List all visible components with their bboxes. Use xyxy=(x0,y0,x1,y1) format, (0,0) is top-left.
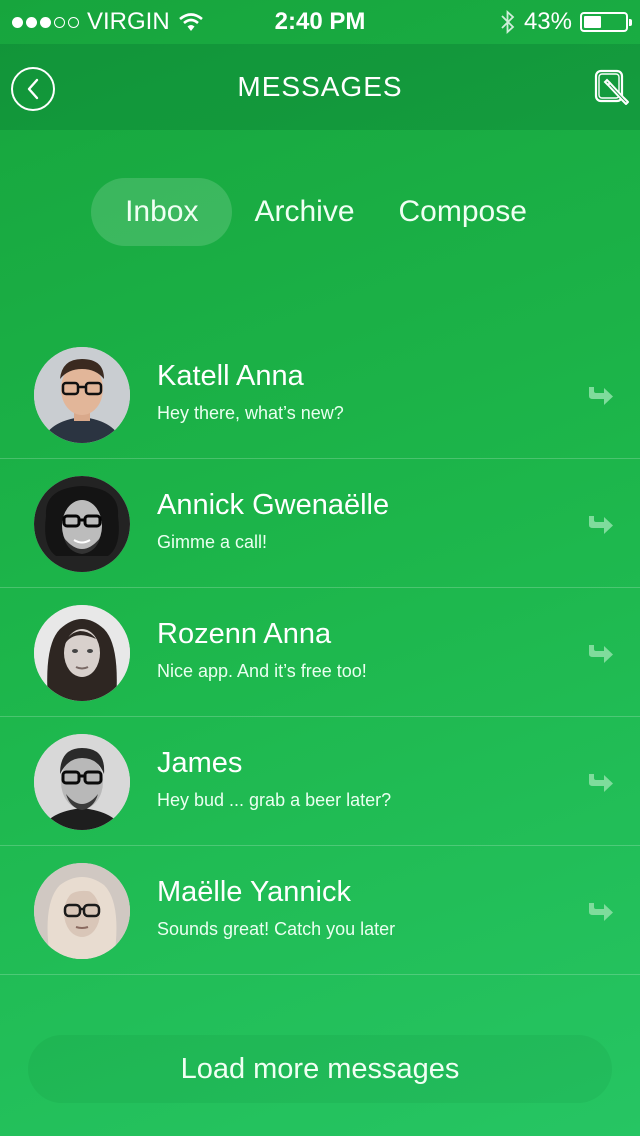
carrier-name: VIRGIN xyxy=(87,8,170,35)
message-row[interactable]: Rozenn Anna Nice app. And it’s free too! xyxy=(0,588,640,717)
nav-bar: MESSAGES xyxy=(0,44,640,130)
contact-name: Katell Anna xyxy=(157,360,304,392)
back-chevron-icon xyxy=(27,78,39,100)
avatar xyxy=(34,476,130,572)
tab-inbox[interactable]: Inbox xyxy=(91,178,233,246)
reply-arrow-icon[interactable] xyxy=(586,386,614,406)
contact-name: Annick Gwenaëlle xyxy=(157,489,390,521)
wifi-icon xyxy=(178,13,203,31)
tab-archive[interactable]: Archive xyxy=(232,178,376,246)
contact-name: James xyxy=(157,747,243,779)
message-preview: Hey bud ... grab a beer later? xyxy=(157,790,392,810)
tab-bar: Inbox Archive Compose xyxy=(0,178,640,246)
message-preview: Nice app. And it’s free too! xyxy=(157,661,367,681)
reply-arrow-icon[interactable] xyxy=(586,773,614,793)
tab-compose[interactable]: Compose xyxy=(377,178,549,246)
message-row[interactable]: Annick Gwenaëlle Gimme a call! xyxy=(0,459,640,588)
load-more-button[interactable]: Load more messages xyxy=(28,1035,612,1103)
message-preview: Hey there, what’s new? xyxy=(157,403,344,423)
battery-percent: 43% xyxy=(523,8,572,35)
status-left: VIRGIN xyxy=(12,8,204,36)
status-bar: VIRGIN 2:40 PM 43% xyxy=(0,0,640,44)
avatar xyxy=(34,734,130,830)
reply-arrow-icon[interactable] xyxy=(586,515,614,535)
contact-name: Maëlle Yannick xyxy=(157,876,351,908)
message-list: Katell Anna Hey there, what’s new? Annic… xyxy=(0,330,640,975)
reply-arrow-icon[interactable] xyxy=(586,902,614,922)
avatar xyxy=(34,347,130,443)
edit-pencil-icon[interactable] xyxy=(594,69,630,109)
page-title: MESSAGES xyxy=(237,71,403,102)
signal-strength-icon xyxy=(12,16,79,28)
message-preview: Sounds great! Catch you later xyxy=(157,919,396,939)
battery-icon xyxy=(580,12,632,32)
message-row[interactable]: James Hey bud ... grab a beer later? xyxy=(0,717,640,846)
contact-name: Rozenn Anna xyxy=(157,618,332,650)
back-button[interactable] xyxy=(11,67,55,111)
status-right: 43% xyxy=(500,8,632,36)
message-preview: Gimme a call! xyxy=(157,532,268,552)
avatar xyxy=(34,863,130,959)
message-row[interactable]: Maëlle Yannick Sounds great! Catch you l… xyxy=(0,846,640,975)
bluetooth-icon xyxy=(501,9,515,35)
message-row[interactable]: Katell Anna Hey there, what’s new? xyxy=(0,330,640,459)
reply-arrow-icon[interactable] xyxy=(586,644,614,664)
avatar xyxy=(34,605,130,701)
